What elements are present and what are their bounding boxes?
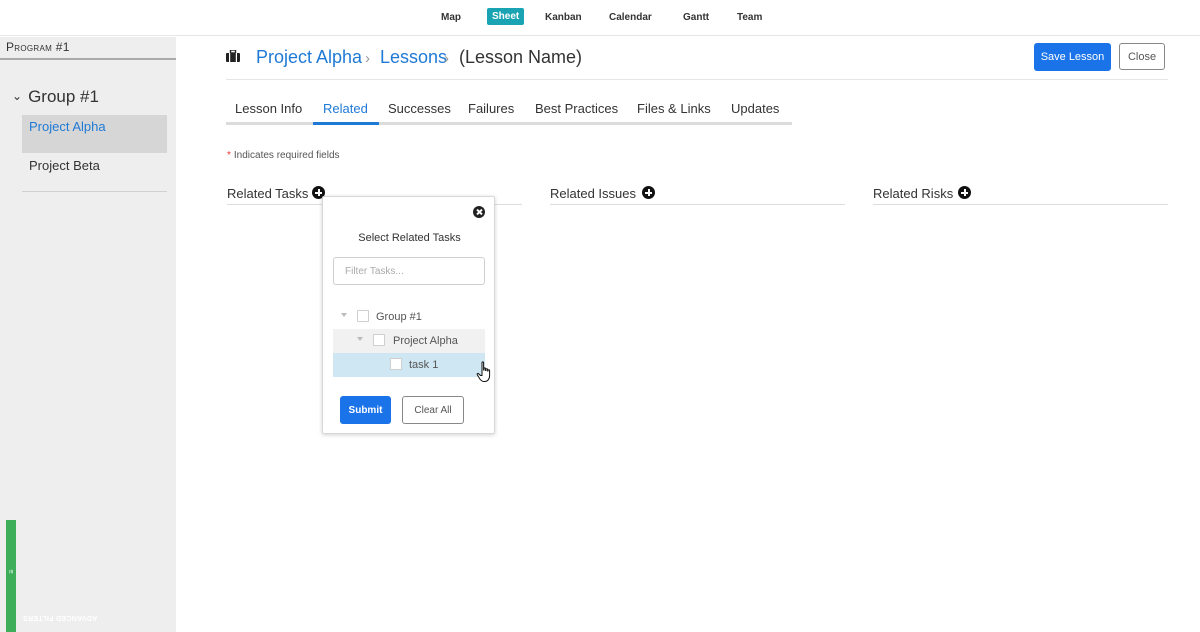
nav-map[interactable]: Map: [441, 12, 461, 23]
tree-item-group[interactable]: Group #1: [333, 305, 485, 329]
required-fields-note: * Indicates required fields: [227, 150, 340, 161]
sidebar-group[interactable]: ⌄ Group #1: [12, 87, 99, 107]
close-button[interactable]: Close: [1119, 43, 1165, 70]
tab-bar: Lesson Info Related Successes Failures B…: [226, 100, 792, 125]
tab-files-links[interactable]: Files & Links: [637, 101, 711, 116]
related-tasks-label: Related Tasks: [227, 186, 309, 201]
select-related-tasks-popup: Select Related Tasks Group #1 Project Al…: [322, 196, 495, 434]
group-checkbox[interactable]: [357, 310, 369, 322]
add-related-risk-icon[interactable]: [958, 186, 971, 199]
program-title: Program #1: [6, 40, 70, 54]
breadcrumb-lessons[interactable]: Lessons: [380, 47, 447, 68]
tab-lesson-info[interactable]: Lesson Info: [235, 101, 302, 116]
nav-kanban[interactable]: Kanban: [545, 12, 582, 23]
caret-down-icon[interactable]: [341, 313, 347, 317]
active-tab-indicator: [313, 122, 379, 125]
header-divider: [226, 79, 1168, 80]
hand-cursor-icon: [476, 361, 491, 382]
related-risks-label: Related Risks: [873, 186, 954, 201]
breadcrumb-current: (Lesson Name): [459, 47, 583, 67]
briefcase-icon: [226, 50, 240, 62]
tree-item-task[interactable]: task 1: [333, 353, 485, 377]
program-divider: [0, 58, 176, 60]
tab-failures[interactable]: Failures: [468, 101, 514, 116]
filter-tasks-input[interactable]: [333, 257, 485, 285]
related-issues-divider: [550, 204, 845, 205]
top-nav: Map Sheet Kanban Calendar Gantt Team: [0, 0, 1200, 36]
required-note-text: Indicates required fields: [233, 150, 340, 161]
tree-item-label: task 1: [409, 359, 439, 371]
advanced-filters-toggle[interactable]: ≡ ADVANCED FILTERS: [6, 520, 98, 632]
related-issues-label: Related Issues: [550, 186, 636, 201]
popup-title: Select Related Tasks: [358, 232, 461, 244]
tab-successes[interactable]: Successes: [388, 101, 451, 116]
tree-item-label: Group #1: [376, 311, 422, 323]
tab-best-practices[interactable]: Best Practices: [535, 101, 618, 116]
caret-down-icon[interactable]: [357, 337, 363, 341]
sidebar: Program #1 ⌄ Group #1 Project Alpha Proje…: [0, 37, 176, 632]
tree-item-label: Project Alpha: [393, 335, 458, 347]
close-icon[interactable]: [473, 206, 485, 218]
tab-related[interactable]: Related: [323, 101, 368, 116]
tab-updates[interactable]: Updates: [731, 101, 779, 116]
related-risks-divider: [873, 204, 1168, 205]
required-star: *: [227, 150, 231, 161]
breadcrumb-separator: ›: [444, 50, 449, 67]
project-checkbox[interactable]: [373, 334, 385, 346]
advanced-filters-label: ≡ ADVANCED FILTERS: [8, 569, 98, 621]
nav-team[interactable]: Team: [737, 12, 762, 23]
nav-gantt[interactable]: Gantt: [683, 12, 709, 23]
breadcrumb-project[interactable]: Project Alpha: [256, 47, 362, 68]
sidebar-item-project-beta[interactable]: Project Beta: [22, 154, 167, 192]
group-label: Group #1: [28, 87, 99, 106]
tree-item-project[interactable]: Project Alpha: [333, 329, 485, 353]
nav-calendar[interactable]: Calendar: [609, 12, 652, 23]
task-checkbox[interactable]: [390, 358, 402, 370]
clear-all-button[interactable]: Clear All: [402, 396, 464, 424]
submit-button[interactable]: Submit: [340, 396, 391, 424]
chevron-down-icon: ⌄: [12, 89, 23, 103]
sidebar-item-project-alpha[interactable]: Project Alpha: [22, 115, 167, 153]
add-related-issue-icon[interactable]: [642, 186, 655, 199]
breadcrumb-separator: ›: [365, 50, 370, 67]
nav-sheet[interactable]: Sheet: [487, 8, 525, 25]
save-lesson-button[interactable]: Save Lesson: [1034, 43, 1111, 71]
